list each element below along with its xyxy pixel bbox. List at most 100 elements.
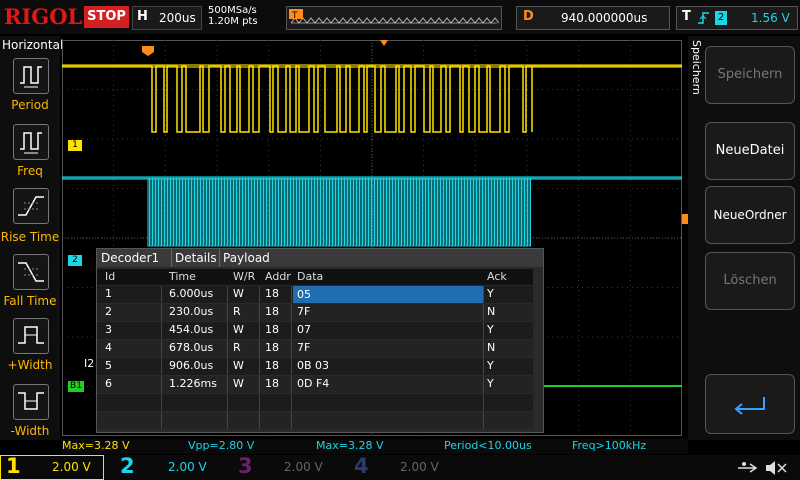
- cell-time: 454.0us: [169, 323, 214, 336]
- trigger-position-marker[interactable]: [142, 46, 154, 56]
- cell-addr: 18: [265, 323, 279, 336]
- brand-logo: RIGOL: [4, 4, 83, 29]
- ch2-scale: 2.00 V: [168, 460, 207, 474]
- table-row[interactable]: 1 6.000us W 18 05 Y: [97, 286, 533, 303]
- ch4-number[interactable]: 4: [354, 454, 369, 478]
- column-separator: [259, 340, 260, 357]
- cell-id: 5: [105, 359, 112, 372]
- enter-arrow-icon: [734, 397, 765, 415]
- cell-wr: W: [233, 323, 244, 336]
- cell-wr: R: [233, 305, 241, 318]
- trigger-box[interactable]: T 2 1.56 V: [676, 6, 798, 30]
- neg-width-button[interactable]: [13, 384, 49, 420]
- rise-time-button[interactable]: [13, 188, 49, 224]
- column-separator: [259, 322, 260, 339]
- left-menu-title: Horizontal: [2, 38, 64, 52]
- column-separator: [291, 358, 292, 375]
- cell-data: 7F: [297, 341, 311, 354]
- column-separator: [259, 358, 260, 375]
- neue-datei-button[interactable]: NeueDatei: [705, 122, 795, 180]
- neg-width-label: -Width: [10, 424, 50, 438]
- cell-id: 4: [105, 341, 112, 354]
- freq-button[interactable]: [13, 124, 49, 160]
- column-separator: [227, 394, 228, 411]
- channel-1-noise-band: [62, 64, 682, 68]
- memory-position-bar[interactable]: T: [286, 6, 502, 30]
- column-separator: [161, 412, 162, 429]
- table-row[interactable]: 3 454.0us W 18 07 Y: [97, 322, 533, 339]
- column-separator: [259, 286, 260, 303]
- column-separator: [259, 394, 260, 411]
- ch2-number[interactable]: 2: [120, 454, 135, 478]
- column-separator: [483, 340, 484, 357]
- column-separator: [161, 322, 162, 339]
- column-separator: [483, 358, 484, 375]
- measure-5[interactable]: Freq>100kHz: [572, 439, 688, 453]
- table-header: Id Time W/R Addr Data Ack: [97, 269, 533, 285]
- cell-ack: Y: [487, 359, 494, 372]
- bus-marker[interactable]: B1: [68, 381, 84, 392]
- pos-width-icon: [18, 326, 44, 344]
- cell-ack: N: [487, 341, 496, 354]
- measure-4[interactable]: Period<10.00us: [444, 439, 568, 453]
- cell-addr: 18: [265, 287, 279, 300]
- cell-wr: W: [233, 377, 244, 390]
- pos-width-label: +Width: [7, 358, 53, 372]
- table-row[interactable]: 5 906.0us W 18 0B 03 Y: [97, 358, 533, 375]
- channel-2-waveform: [62, 176, 682, 247]
- run-stop-status[interactable]: STOP: [84, 6, 129, 28]
- ch1-marker[interactable]: 1: [68, 140, 82, 151]
- cell-ack: Y: [487, 287, 494, 300]
- table-row[interactable]: 4 678.0us R 18 7F N: [97, 340, 533, 357]
- tab-payload[interactable]: Payload: [219, 249, 543, 267]
- rise-time-icon: [18, 196, 44, 216]
- column-separator: [259, 304, 260, 321]
- measure-2[interactable]: Vpp=2.80 V: [188, 439, 310, 453]
- cell-id: 6: [105, 377, 112, 390]
- speichern-button[interactable]: Speichern: [705, 46, 795, 104]
- fall-time-button[interactable]: [13, 254, 49, 290]
- freq-label: Freq: [17, 164, 43, 178]
- usb-sound-icons: [738, 461, 787, 475]
- col-time: Time: [169, 270, 196, 283]
- loeschen-button[interactable]: Löschen: [705, 252, 795, 310]
- ch2-marker[interactable]: 2: [68, 255, 82, 266]
- period-button[interactable]: [13, 58, 49, 94]
- neue-ordner-button[interactable]: NeueOrdner: [705, 186, 795, 244]
- column-separator: [291, 394, 292, 411]
- delay-box[interactable]: D 940.000000us: [516, 6, 670, 30]
- cell-wr: R: [233, 341, 241, 354]
- delay-value: 940.000000us: [561, 11, 648, 25]
- timebase-value: 200us: [159, 11, 196, 25]
- timebase-box[interactable]: H 200us: [132, 6, 202, 30]
- pos-width-button[interactable]: [13, 318, 49, 354]
- cell-data: 05: [293, 286, 483, 303]
- empty-row: [97, 394, 533, 411]
- ch3-number[interactable]: 3: [238, 454, 253, 478]
- table-row[interactable]: 6 1.226ms W 18 0D F4 Y: [97, 376, 533, 393]
- cell-addr: 18: [265, 377, 279, 390]
- column-separator: [483, 376, 484, 393]
- col-data: Data: [297, 270, 324, 283]
- column-separator: [483, 304, 484, 321]
- measure-3[interactable]: Max=3.28 V: [316, 439, 440, 453]
- tab-details[interactable]: Details: [171, 249, 220, 267]
- enter-button[interactable]: [705, 374, 795, 434]
- channel-2-trace: [62, 177, 682, 247]
- column-separator: [483, 412, 484, 429]
- memory-waveform-icon: T: [289, 9, 500, 24]
- table-row[interactable]: 2 230.0us R 18 7F N: [97, 304, 533, 321]
- column-separator: [227, 358, 228, 375]
- cell-data: 7F: [297, 305, 311, 318]
- svg-text:T: T: [291, 11, 298, 21]
- freq-icon: [20, 132, 42, 154]
- ch1-scale: 2.00 V: [52, 460, 91, 474]
- measure-1[interactable]: Max=3.28 V: [62, 439, 184, 453]
- tab-decoder1[interactable]: Decoder1: [97, 249, 172, 267]
- sample-info: 500MSa/s 1.20M pts: [208, 5, 258, 27]
- period-icon: [20, 66, 42, 88]
- trigger-source: 2: [715, 11, 727, 25]
- cell-data: 0B 03: [297, 359, 330, 372]
- column-separator: [291, 340, 292, 357]
- ch4-scale: 2.00 V: [400, 460, 439, 474]
